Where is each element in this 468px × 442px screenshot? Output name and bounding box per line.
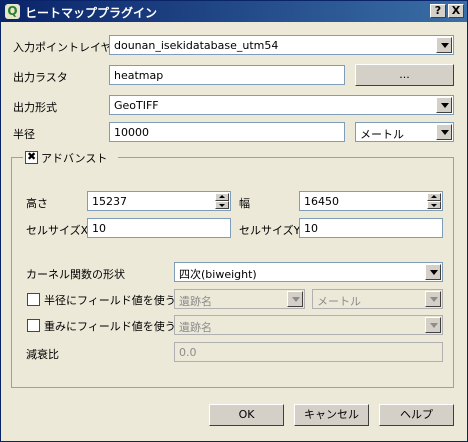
cell-size-y-value: 10 (304, 222, 318, 235)
chevron-down-icon[interactable] (436, 37, 452, 53)
cell-size-y-input[interactable]: 10 (299, 218, 443, 238)
cell-size-x-value: 10 (92, 222, 106, 235)
radius-field-select[interactable]: 遺跡名 (174, 289, 305, 309)
spin-up-icon[interactable] (427, 193, 441, 201)
chevron-down-icon[interactable] (436, 124, 452, 140)
spin-up-icon[interactable] (215, 193, 229, 201)
width-label: 幅 (239, 197, 250, 210)
input-layer-value: dounan_isekidatabase_utm54 (114, 39, 279, 52)
output-format-label: 出力形式 (13, 101, 57, 114)
weight-field-value: 遺跡名 (179, 321, 212, 334)
radius-field-value: 遺跡名 (179, 295, 212, 308)
help-title-button[interactable]: ? (430, 4, 446, 18)
kernel-shape-label: カーネル関数の形状 (26, 268, 125, 281)
decay-ratio-label: 減衰比 (26, 348, 59, 361)
window-title: ヒートマッププラグイン (25, 6, 158, 20)
chevron-down-icon[interactable] (425, 291, 441, 307)
input-layer-select[interactable]: dounan_isekidatabase_utm54 (109, 35, 454, 55)
ok-button[interactable]: OK (209, 404, 284, 426)
chevron-down-icon[interactable] (425, 317, 441, 333)
radius-unit-select[interactable]: メートル (355, 122, 454, 142)
title-bar: Q ヒートマッププラグイン ? X (1, 1, 467, 22)
radius-field-unit-select[interactable]: メートル (312, 289, 443, 309)
radius-field-checkbox[interactable] (27, 293, 40, 306)
cell-size-x-input[interactable]: 10 (87, 218, 231, 238)
decay-ratio-value: 0.0 (179, 346, 197, 359)
close-button[interactable]: X (448, 4, 464, 18)
radius-field-unit-value: メートル (317, 295, 361, 308)
cell-size-y-label: セルサイズY (239, 224, 301, 237)
kernel-shape-value: 四次(biweight) (179, 268, 257, 281)
heatmap-dialog: Q ヒートマッププラグイン ? X 入力ポイントレイヤ dounan_iseki… (0, 0, 468, 442)
output-raster-input[interactable]: heatmap (109, 65, 345, 85)
input-layer-label: 入力ポイントレイヤ (13, 41, 112, 54)
advanced-title: アドバンスト (41, 152, 108, 165)
radius-input[interactable]: 10000 (109, 122, 345, 142)
decay-ratio-input[interactable]: 0.0 (174, 342, 443, 362)
advanced-checkbox-box[interactable] (25, 150, 38, 164)
output-raster-label: 出力ラスタ (13, 71, 68, 84)
cell-size-x-label: セルサイズX (26, 224, 89, 237)
weight-field-checkbox[interactable] (27, 319, 40, 332)
radius-unit-value: メートル (360, 128, 404, 141)
spin-down-icon[interactable] (215, 201, 229, 209)
height-label: 高さ (26, 197, 48, 210)
width-value: 16450 (304, 195, 339, 208)
spin-down-icon[interactable] (427, 201, 441, 209)
radius-label: 半径 (13, 128, 35, 141)
chevron-down-icon[interactable] (436, 97, 452, 113)
help-button[interactable]: ヘルプ (379, 404, 454, 426)
output-format-select[interactable]: GeoTIFF (109, 95, 454, 115)
output-raster-value: heatmap (114, 69, 164, 82)
chevron-down-icon[interactable] (287, 291, 303, 307)
radius-value: 10000 (114, 126, 149, 139)
kernel-shape-select[interactable]: 四次(biweight) (174, 262, 443, 282)
cancel-button[interactable]: キャンセル (294, 404, 369, 426)
weight-field-select[interactable]: 遺跡名 (174, 315, 443, 335)
chevron-down-icon[interactable] (425, 264, 441, 280)
height-spinbox[interactable]: 15237 (87, 191, 231, 211)
height-value: 15237 (92, 195, 127, 208)
width-spinbox[interactable]: 16450 (299, 191, 443, 211)
output-format-value: GeoTIFF (114, 99, 159, 112)
qgis-icon: Q (5, 4, 20, 19)
radius-field-label: 半径にフィールド値を使う (44, 294, 176, 307)
weight-field-label: 重みにフィールド値を使う (44, 320, 176, 333)
browse-button[interactable]: ... (355, 64, 454, 86)
